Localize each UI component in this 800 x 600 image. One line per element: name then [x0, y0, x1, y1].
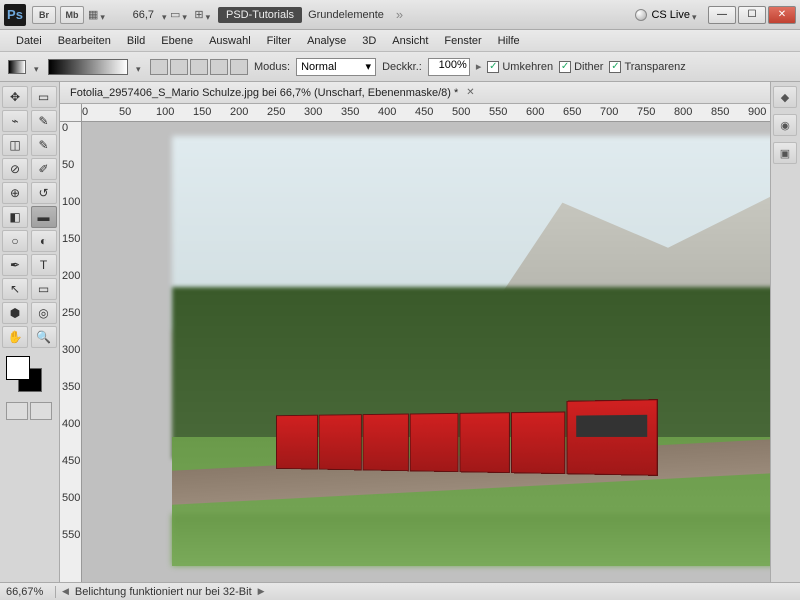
menu-ebene[interactable]: Ebene [153, 33, 201, 49]
close-button[interactable]: ✕ [768, 6, 796, 24]
blur-tool[interactable]: ○ [2, 230, 28, 252]
workspace-label[interactable]: Grundelemente [308, 9, 384, 21]
gradient-tool[interactable]: ▬ [31, 206, 57, 228]
quickmask-mode-icon[interactable] [30, 402, 52, 420]
menu-auswahl[interactable]: Auswahl [201, 33, 259, 49]
radial-gradient-icon[interactable] [170, 59, 188, 75]
angle-gradient-icon[interactable] [190, 59, 208, 75]
dodge-tool[interactable]: ◐ [31, 230, 57, 252]
layers-panel-icon[interactable]: ◆ [773, 86, 797, 108]
tool-panel: ✥ ▭ ⌁ ✎ ◫ ✎ ⊘ ✐ ⊕ ↺ ◧ ▬ ○ ◐ ✒ T ↖ ▭ ⬢ ◎ … [0, 82, 60, 582]
workspace-button[interactable]: PSD-Tutorials [218, 7, 302, 23]
paths-panel-icon[interactable]: ▣ [773, 142, 797, 164]
marquee-tool[interactable]: ▭ [31, 86, 57, 108]
status-nav-right-icon[interactable]: ▶ [258, 586, 265, 597]
cs-live-label: CS Live [651, 9, 690, 21]
document-image [172, 136, 770, 566]
screen-mode-icon[interactable]: ▦ [88, 6, 108, 24]
minibridge-button[interactable]: Mb [60, 6, 84, 24]
canvas-viewport[interactable] [82, 122, 770, 582]
linear-gradient-icon[interactable] [150, 59, 168, 75]
cs-live-icon [635, 9, 647, 21]
titlebar: Ps Br Mb ▦ 66,7 ▭ ⊞ PSD-Tutorials Grunde… [0, 0, 800, 30]
statusbar: 66,67% ◀ Belichtung funktioniert nur bei… [0, 582, 800, 600]
brush-tool[interactable]: ✐ [31, 158, 57, 180]
menubar: Datei Bearbeiten Bild Ebene Auswahl Filt… [0, 30, 800, 52]
diamond-gradient-icon[interactable] [230, 59, 248, 75]
healing-tool[interactable]: ⊘ [2, 158, 28, 180]
bridge-button[interactable]: Br [32, 6, 56, 24]
cs-live-button[interactable]: CS Live [635, 9, 700, 21]
menu-analyse[interactable]: Analyse [299, 33, 354, 49]
menu-bild[interactable]: Bild [119, 33, 153, 49]
dither-checkbox[interactable]: ✓Dither [559, 61, 603, 73]
type-tool[interactable]: T [31, 254, 57, 276]
foreground-color[interactable] [6, 356, 30, 380]
zoom-level[interactable]: 66,7 [116, 9, 156, 21]
pen-tool[interactable]: ✒ [2, 254, 28, 276]
lasso-tool[interactable]: ⌁ [2, 110, 28, 132]
menu-fenster[interactable]: Fenster [436, 33, 489, 49]
stamp-tool[interactable]: ⊕ [2, 182, 28, 204]
minimize-button[interactable]: — [708, 6, 736, 24]
menu-3d[interactable]: 3D [354, 33, 384, 49]
status-info: Belichtung funktioniert nur bei 32-Bit [75, 586, 252, 598]
options-bar: Modus: Normal▾ Deckkr.: 100% ▸ ✓Umkehren… [0, 52, 800, 82]
document-tab[interactable]: Fotolia_2957406_S_Mario Schulze.jpg bei … [60, 82, 770, 104]
eyedropper-tool[interactable]: ✎ [31, 134, 57, 156]
move-tool[interactable]: ✥ [2, 86, 28, 108]
channels-panel-icon[interactable]: ◉ [773, 114, 797, 136]
eraser-tool[interactable]: ◧ [2, 206, 28, 228]
transparency-checkbox[interactable]: ✓Transparenz [609, 61, 685, 73]
standard-mode-icon[interactable] [6, 402, 28, 420]
tab-close-icon[interactable]: ✕ [466, 87, 474, 98]
opacity-label: Deckkr.: [382, 61, 422, 73]
reflected-gradient-icon[interactable] [210, 59, 228, 75]
arrange-icon[interactable]: ▭ [170, 6, 190, 24]
chevrons-icon[interactable]: » [396, 7, 403, 22]
path-select-tool[interactable]: ↖ [2, 278, 28, 300]
shape-tool[interactable]: ▭ [31, 278, 57, 300]
maximize-button[interactable]: ☐ [738, 6, 766, 24]
menu-hilfe[interactable]: Hilfe [490, 33, 528, 49]
status-nav-left-icon[interactable]: ◀ [62, 586, 69, 597]
crop-tool[interactable]: ◫ [2, 134, 28, 156]
extras-icon[interactable]: ⊞ [194, 6, 214, 24]
gradient-type-icons [150, 59, 248, 75]
history-brush-tool[interactable]: ↺ [31, 182, 57, 204]
3d-camera-tool[interactable]: ◎ [31, 302, 57, 324]
status-zoom[interactable]: 66,67% [6, 586, 56, 598]
mode-select[interactable]: Normal▾ [296, 58, 376, 76]
menu-datei[interactable]: Datei [8, 33, 50, 49]
tool-preset-icon[interactable] [8, 60, 26, 74]
canvas-area: Fotolia_2957406_S_Mario Schulze.jpg bei … [60, 82, 770, 582]
mode-label: Modus: [254, 61, 290, 73]
menu-ansicht[interactable]: Ansicht [384, 33, 436, 49]
color-swatch[interactable] [2, 356, 50, 396]
ruler-horizontal[interactable]: 0501001502002503003504004505005506006507… [82, 104, 770, 122]
ruler-origin[interactable] [60, 104, 82, 122]
photoshop-logo-icon: Ps [4, 4, 26, 26]
document-tab-label: Fotolia_2957406_S_Mario Schulze.jpg bei … [70, 87, 458, 99]
hand-tool[interactable]: ✋ [2, 326, 28, 348]
gradient-preview[interactable] [48, 59, 128, 75]
zoom-tool[interactable]: 🔍 [31, 326, 57, 348]
menu-filter[interactable]: Filter [259, 33, 299, 49]
quick-select-tool[interactable]: ✎ [31, 110, 57, 132]
ruler-vertical[interactable]: 050100150200250300350400450500550 [60, 122, 82, 582]
opacity-input[interactable]: 100% [428, 58, 470, 76]
menu-bearbeiten[interactable]: Bearbeiten [50, 33, 119, 49]
reverse-checkbox[interactable]: ✓Umkehren [487, 61, 553, 73]
3d-tool[interactable]: ⬢ [2, 302, 28, 324]
right-panel: ◆ ◉ ▣ [770, 82, 800, 582]
